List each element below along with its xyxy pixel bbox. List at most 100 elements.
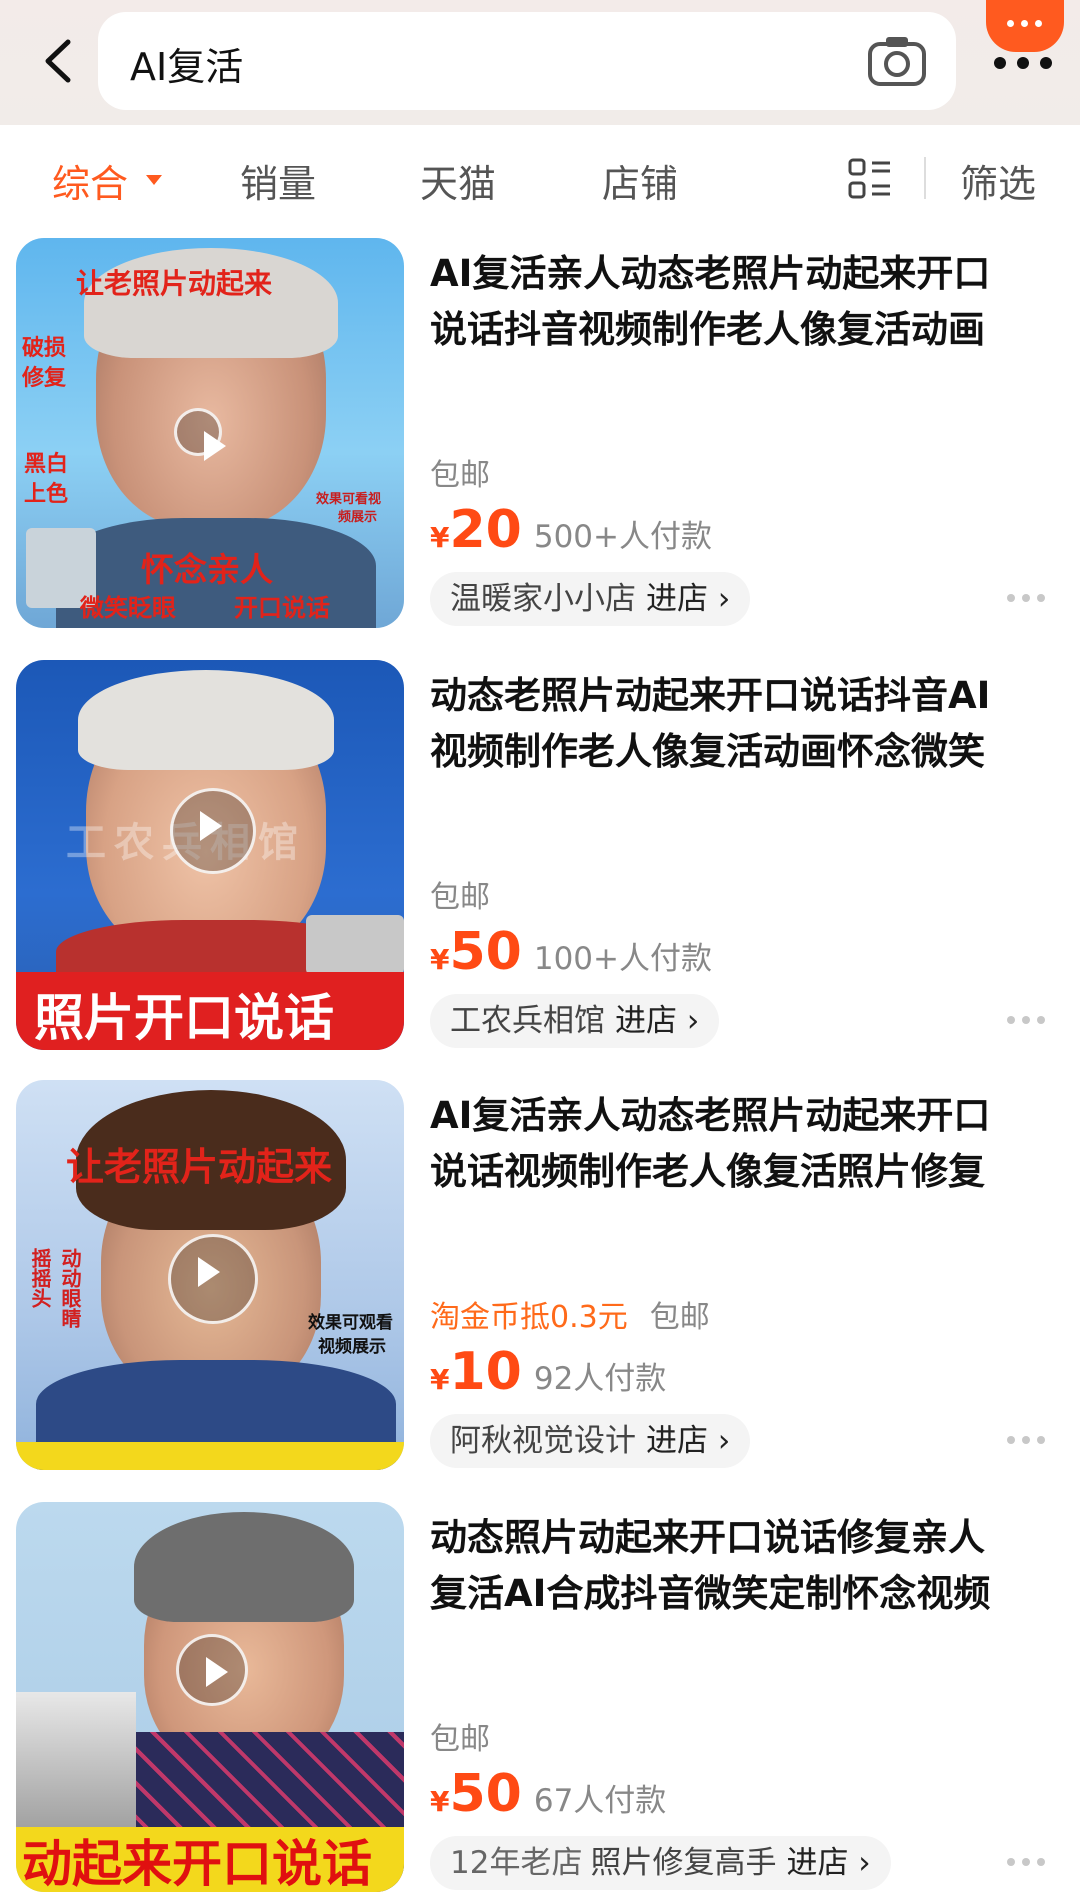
price-row: ¥20 500+人付款 [430,500,712,560]
price: 10 [449,1342,522,1402]
paid-count: 500+人付款 [533,519,713,555]
title-line: AI复活亲人动态老照片动起来开口 [430,252,991,295]
currency-symbol: ¥ [430,943,450,976]
play-icon[interactable] [176,1634,248,1706]
shipping-label: 包邮 [430,1722,490,1757]
enter-shop: 进店 › [646,1423,731,1459]
thumb-tag: 动动眼睛 [58,1248,82,1328]
shop-link[interactable]: 阿秋视觉设计 进店 › [430,1414,751,1468]
thumb-banner: 动起来开口说话 [22,1835,372,1892]
title-line: 视频制作老人像复活动画怀念微笑 [430,730,985,773]
product-thumbnail[interactable]: 让老照片动起来 摇摇头 动动眼睛 效果可观看 视频展示 [16,1080,404,1470]
tab-tmall[interactable]: 天猫 [420,153,496,208]
thumb-tag: 效果可看视 [316,492,382,507]
notification-bubble-icon [986,0,1064,52]
product-title[interactable]: AI复活亲人动态老照片动起来开口 说话视频制作老人像复活照片修复 [430,1088,1060,1200]
thumb-tag: 微笑眨眼 [80,594,176,622]
product-thumbnail[interactable]: 让老照片动起来 破损 修复 黑白 上色 效果可看视 频展示 怀念亲人 微笑眨眼 … [16,238,404,628]
thumb-banner-bg [16,1442,404,1470]
search-box[interactable]: AI复活 [98,12,956,110]
product-card[interactable]: 工农兵相馆 照片开口说话 动态老照片动起来开口说话抖音AI 视频制作老人像复活动… [0,660,1080,1060]
title-line: AI复活亲人动态老照片动起来开口 [430,1094,991,1137]
hair [78,670,334,770]
play-icon[interactable] [170,788,256,874]
coin-discount: 淘金币抵0.3元 [430,1300,628,1335]
price: 50 [449,1764,522,1824]
thumb-tag: 破损 [22,336,67,361]
shop-link[interactable]: 工农兵相馆 进店 › [430,994,720,1048]
shipping-label: 包邮 [430,458,490,493]
shop-link[interactable]: 12年老店 照片修复高手 进店 › [430,1836,891,1890]
promo-row: 淘金币抵0.3元 包邮 [430,1292,710,1336]
title-line: 动态照片动起来开口说话修复亲人 [430,1516,985,1559]
search-query[interactable]: AI复活 [130,36,243,91]
price: 50 [449,922,522,982]
more-options-icon[interactable] [1007,594,1047,604]
thumb-tag: 怀念亲人 [141,550,273,589]
thumb-tag: 频展示 [338,510,378,525]
tab-divider [924,157,926,199]
product-title[interactable]: 动态照片动起来开口说话修复亲人 复活AI合成抖音微笑定制怀念视频 [430,1510,1060,1622]
more-options-icon[interactable] [1007,1436,1047,1446]
thumb-headline: 让老照片动起来 [66,1145,333,1189]
thumb-tag: 修复 [22,366,67,391]
top-bar: AI复活 [0,0,1080,125]
play-icon[interactable] [168,1234,258,1324]
shop-name: 照片修复高手 [590,1845,777,1881]
play-icon[interactable] [174,408,226,461]
thumb-tag: 上色 [24,482,69,507]
product-card[interactable]: 让老照片动起来 摇摇头 动动眼睛 效果可观看 视频展示 AI复活亲人动态老照片动… [0,1080,1080,1480]
currency-symbol: ¥ [430,1363,450,1396]
currency-symbol: ¥ [430,521,450,554]
thumb-tag: 摇摇头 [28,1248,52,1308]
tab-comprehensive[interactable]: 综合 [52,153,128,208]
list-view-icon[interactable] [848,157,892,201]
product-card[interactable]: 动起来开口说话 动态照片动起来开口说话修复亲人 复活AI合成抖音微笑定制怀念视频… [0,1502,1080,1902]
shipping-label: 包邮 [649,1300,710,1335]
thumb-tag: 视频展示 [318,1337,386,1357]
more-options-icon[interactable] [1007,1858,1047,1868]
hair [134,1512,354,1622]
small-old-photo [16,1692,136,1842]
thumb-banner: 照片开口说话 [34,989,334,1047]
enter-shop: 进店 › [646,581,731,617]
enter-shop: 进店 › [615,1003,700,1039]
product-thumbnail[interactable]: 动起来开口说话 [16,1502,404,1892]
title-line: 复活AI合成抖音微笑定制怀念视频 [430,1572,991,1615]
thumb-tag: 黑白 [24,452,69,477]
tab-filter[interactable]: 筛选 [960,153,1036,208]
price: 20 [449,500,522,560]
title-line: 说话视频制作老人像复活照片修复 [430,1150,985,1193]
camera-icon[interactable] [866,34,928,88]
thumb-tag: 效果可观看 [308,1313,393,1333]
title-line: 动态老照片动起来开口说话抖音AI [430,674,991,717]
shop-name: 温暖家小小店 [450,581,636,617]
caret-down-icon[interactable] [146,175,162,185]
paid-count: 67人付款 [533,1783,667,1819]
paid-count: 92人付款 [533,1361,667,1397]
filter-tabs: 综合 销量 天猫 店铺 筛选 [0,125,1080,230]
more-menu-button[interactable] [986,0,1074,82]
product-title[interactable]: AI复活亲人动态老照片动起来开口 说话抖音视频制作老人像复活动画 [430,246,1060,358]
small-old-photo [306,915,404,975]
thumb-headline: 让老照片动起来 [76,267,273,300]
tab-sales[interactable]: 销量 [240,153,316,208]
thumb-tag: 开口说话 [234,594,330,622]
currency-symbol: ¥ [430,1785,450,1818]
shop-name: 阿秋视觉设计 [450,1423,636,1459]
shop-name: 工农兵相馆 [450,1003,605,1039]
enter-shop: 进店 › [786,1845,871,1881]
product-thumbnail[interactable]: 工农兵相馆 照片开口说话 [16,660,404,1050]
back-arrow-icon[interactable] [38,36,78,86]
title-line: 说话抖音视频制作老人像复活动画 [430,308,985,351]
price-row: ¥50 100+人付款 [430,922,712,982]
price-row: ¥50 67人付款 [430,1764,666,1824]
more-options-icon[interactable] [1007,1016,1047,1026]
product-card[interactable]: 让老照片动起来 破损 修复 黑白 上色 效果可看视 频展示 怀念亲人 微笑眨眼 … [0,238,1080,638]
shop-tag: 12年老店 [450,1845,583,1881]
shop-link[interactable]: 温暖家小小店 进店 › [430,572,751,626]
product-title[interactable]: 动态老照片动起来开口说话抖音AI 视频制作老人像复活动画怀念微笑 [430,668,1060,780]
paid-count: 100+人付款 [533,941,713,977]
shipping-label: 包邮 [430,880,490,915]
tab-shop[interactable]: 店铺 [602,153,678,208]
